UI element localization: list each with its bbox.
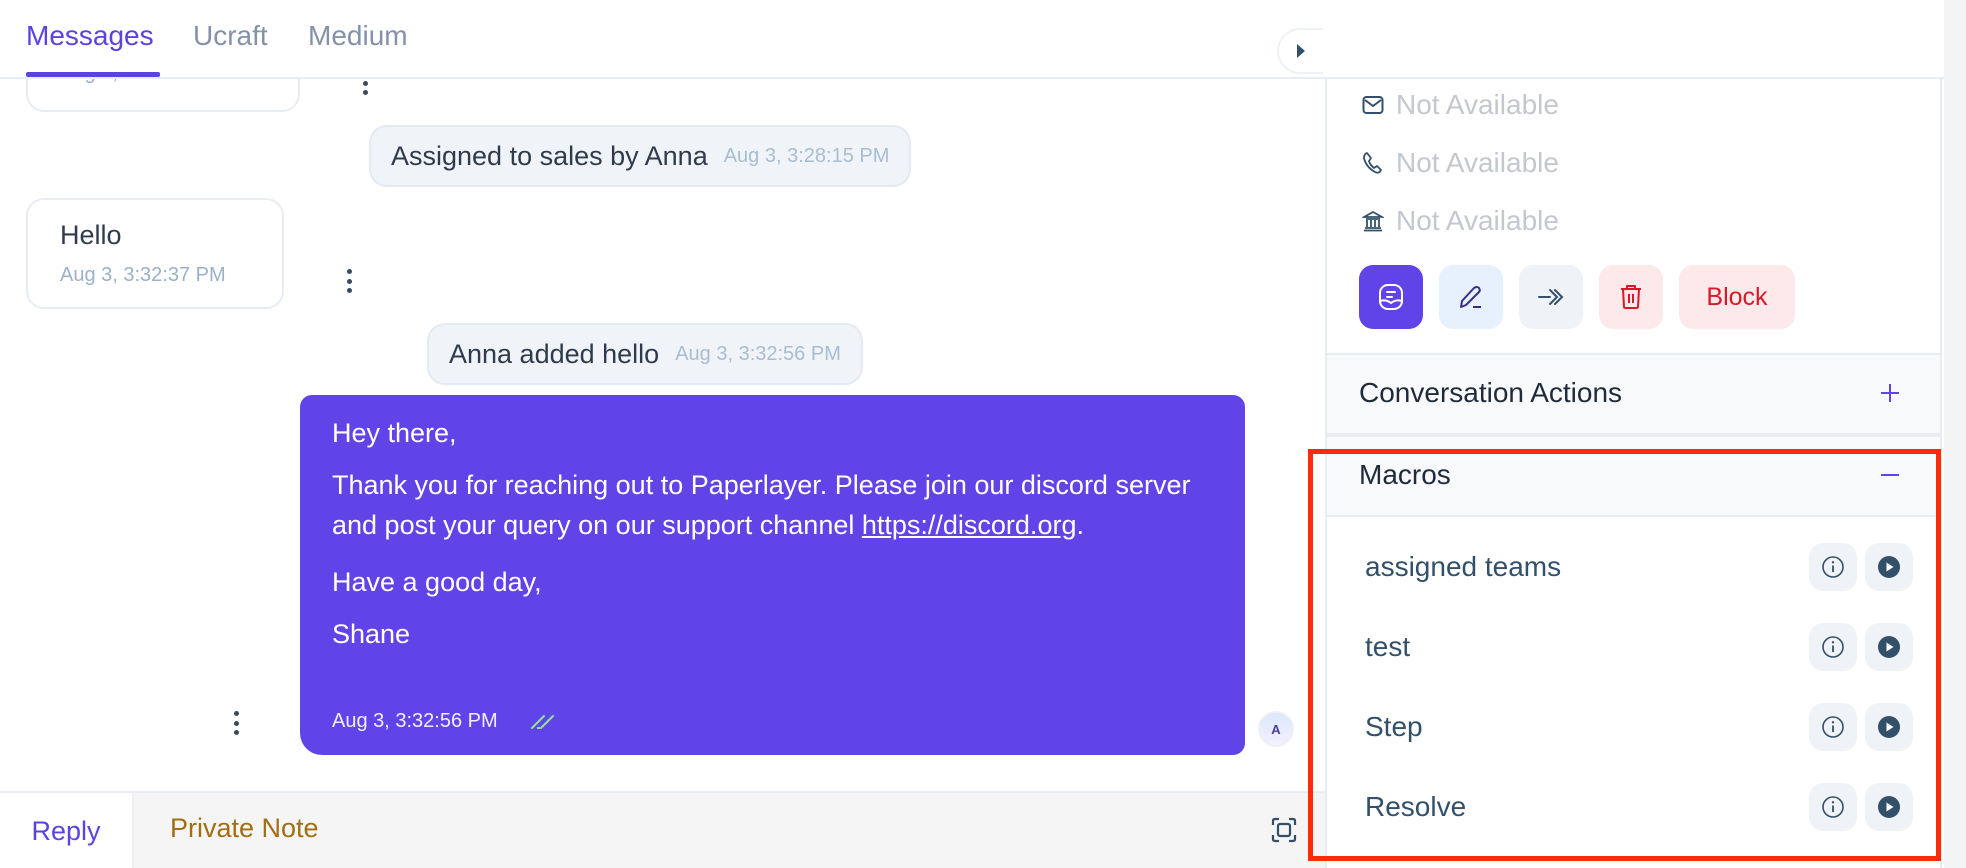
expand-icon[interactable] [1271, 817, 1297, 843]
macro-name: test [1365, 631, 1411, 662]
block-contact-button[interactable]: Block [1679, 265, 1795, 329]
macro-item: assigned teams [1327, 531, 1940, 611]
outgoing-message: Hey there, Thank you for reaching out to… [300, 395, 1245, 755]
tab-messages[interactable]: Messages [26, 20, 154, 52]
window-gutter [1944, 0, 1966, 868]
contact-company-row: Not Available [1362, 205, 1559, 237]
macro-info-button[interactable] [1809, 783, 1857, 831]
contact-actions: Block [1359, 265, 1795, 329]
message-timestamp: Aug 3, 3:32:56 PM [332, 710, 498, 732]
inbox-icon [1379, 284, 1403, 310]
bank-icon [1362, 210, 1384, 232]
macro-run-button[interactable] [1865, 543, 1913, 591]
minus-icon [1881, 474, 1899, 476]
macro-name: assigned teams [1365, 551, 1562, 582]
contact-phone-row: Not Available [1362, 147, 1559, 179]
macro-run-button[interactable] [1865, 783, 1913, 831]
conversation-header: Messages Ucraft Medium [0, 0, 1946, 79]
macro-info-button[interactable] [1809, 543, 1857, 591]
contact-phone: Not Available [1396, 147, 1559, 178]
message-signature: Shane [332, 619, 411, 649]
message-timestamp: Aug 3, 3:32:37 PM [60, 264, 226, 286]
macro-item: Step [1327, 691, 1940, 771]
system-message: Assigned to sales by Anna Aug 3, 3:28:15… [369, 125, 912, 187]
message-greeting: Hey there, [332, 418, 457, 448]
section-title: Conversation Actions [1359, 377, 1623, 408]
message-options-button[interactable] [361, 79, 369, 95]
merge-contact-button[interactable] [1519, 265, 1583, 329]
contact-email-row: Not Available [1362, 89, 1559, 121]
system-message-text: Assigned to sales by Anna [391, 140, 708, 171]
active-tab-indicator [26, 72, 160, 77]
double-check-icon [530, 714, 554, 729]
delete-contact-button[interactable] [1599, 265, 1663, 329]
macro-run-button[interactable] [1865, 623, 1913, 671]
play-circle-icon [1878, 716, 1900, 738]
system-message-text: Anna added hello [449, 338, 660, 369]
trash-icon [1621, 285, 1641, 309]
contact-company: Not Available [1396, 205, 1559, 236]
macro-name: Resolve [1365, 791, 1467, 822]
system-message-timestamp: Aug 3, 3:32:56 PM [675, 342, 841, 365]
contact-sidebar: Not Available Not Available Not Availabl… [1325, 79, 1942, 868]
conversations-button[interactable] [1359, 265, 1423, 329]
conversation-actions-header[interactable]: Conversation Actions [1327, 353, 1940, 435]
macro-name: Step [1365, 711, 1423, 742]
macro-info-button[interactable] [1809, 703, 1857, 751]
macros-header[interactable]: Macros [1327, 435, 1940, 517]
reply-tab[interactable]: Reply [0, 793, 134, 868]
macro-item: Resolve [1327, 771, 1940, 851]
info-icon [1822, 796, 1844, 818]
play-circle-icon [1878, 796, 1900, 818]
message-bubble-partial: Aug 3, 3:07:34 PM [26, 79, 300, 112]
mail-icon [1362, 96, 1384, 114]
message-body: Thank you for reaching out to Paperlayer… [332, 470, 1191, 540]
macro-run-button[interactable] [1865, 703, 1913, 751]
macro-item: test [1327, 611, 1940, 691]
contact-email: Not Available [1396, 89, 1559, 120]
info-icon [1822, 556, 1844, 578]
section-title: Macros [1359, 459, 1451, 490]
info-icon [1822, 716, 1844, 738]
double-chevron-right-icon [1538, 289, 1564, 305]
system-message: Anna added hello Aug 3, 3:32:56 PM [427, 323, 863, 385]
play-circle-icon [1878, 556, 1900, 578]
pencil-icon [1460, 286, 1481, 308]
agent-avatar: A [1258, 711, 1294, 747]
message-timestamp: Aug 3, 3:07:34 PM [60, 79, 226, 85]
collapse-panel-button[interactable] [1277, 28, 1323, 74]
private-note-tab[interactable]: Private Note [170, 813, 319, 844]
tab-medium[interactable]: Medium [308, 20, 408, 52]
message-options-button[interactable] [232, 711, 240, 735]
system-message-timestamp: Aug 3, 3:28:15 PM [723, 144, 890, 167]
play-circle-icon [1878, 636, 1900, 658]
edit-contact-button[interactable] [1439, 265, 1503, 329]
message-options-button[interactable] [345, 269, 353, 293]
message-text: Hello [60, 220, 122, 250]
composer: Reply Private Note [0, 791, 1325, 868]
phone-icon [1363, 152, 1382, 174]
message-list[interactable]: Aug 3, 3:07:34 PM Assigned to sales by A… [0, 79, 1325, 791]
info-icon [1822, 636, 1844, 658]
tab-ucraft[interactable]: Ucraft [193, 20, 268, 52]
caret-right-icon [1297, 44, 1305, 58]
macro-info-button[interactable] [1809, 623, 1857, 671]
message-closing: Have a good day, [332, 567, 542, 597]
plus-icon [1881, 384, 1899, 402]
discord-link[interactable]: https://discord.org [862, 510, 1077, 540]
incoming-message: Hello Aug 3, 3:32:37 PM [26, 198, 284, 309]
